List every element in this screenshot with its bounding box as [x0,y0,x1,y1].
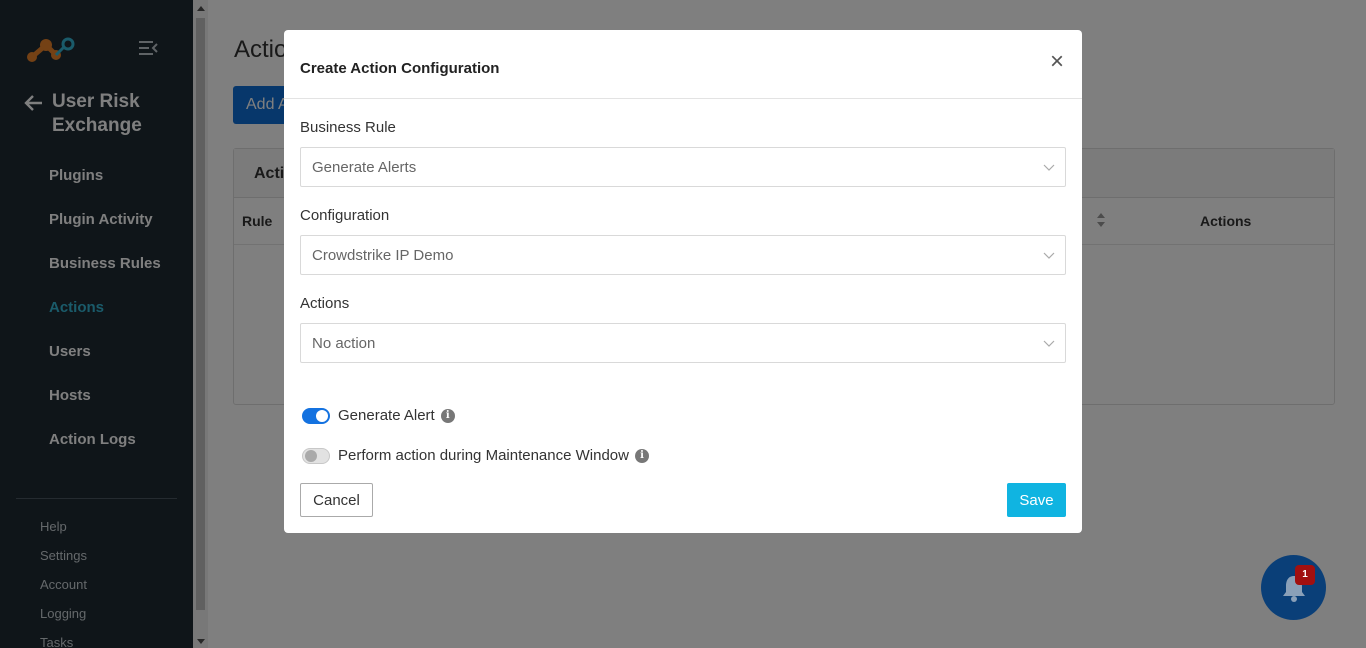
save-button[interactable]: Save [1007,483,1066,517]
notification-count-badge: 1 [1295,565,1315,585]
modal-header: Create Action Configuration × [284,30,1082,99]
business-rule-value: Generate Alerts [312,159,417,176]
cancel-button[interactable]: Cancel [300,483,373,517]
maintenance-window-row: Perform action during Maintenance Window… [302,447,649,464]
info-icon[interactable]: i [634,448,649,463]
actions-label: Actions [300,295,350,312]
close-icon[interactable]: × [1047,50,1067,74]
business-rule-select[interactable]: Generate Alerts [300,147,1066,187]
actions-value: No action [312,335,376,352]
create-action-modal: Create Action Configuration × Business R… [284,30,1082,533]
generate-alert-label: Generate Alert [338,407,435,424]
business-rule-label: Business Rule [300,119,396,136]
configuration-value: Crowdstrike IP Demo [312,247,454,264]
modal-title: Create Action Configuration [300,60,500,77]
actions-select[interactable]: No action [300,323,1066,363]
maintenance-window-toggle[interactable] [302,447,330,464]
chevron-down-icon [1043,252,1055,259]
chevron-down-icon [1043,340,1055,347]
maintenance-window-label: Perform action during Maintenance Window [338,447,629,464]
notifications-button[interactable] [1261,555,1326,620]
generate-alert-row: Generate Alert i [302,407,455,424]
configuration-label: Configuration [300,207,390,224]
generate-alert-toggle[interactable] [302,407,330,424]
chevron-down-icon [1043,164,1055,171]
info-icon[interactable]: i [440,408,455,423]
configuration-select[interactable]: Crowdstrike IP Demo [300,235,1066,275]
